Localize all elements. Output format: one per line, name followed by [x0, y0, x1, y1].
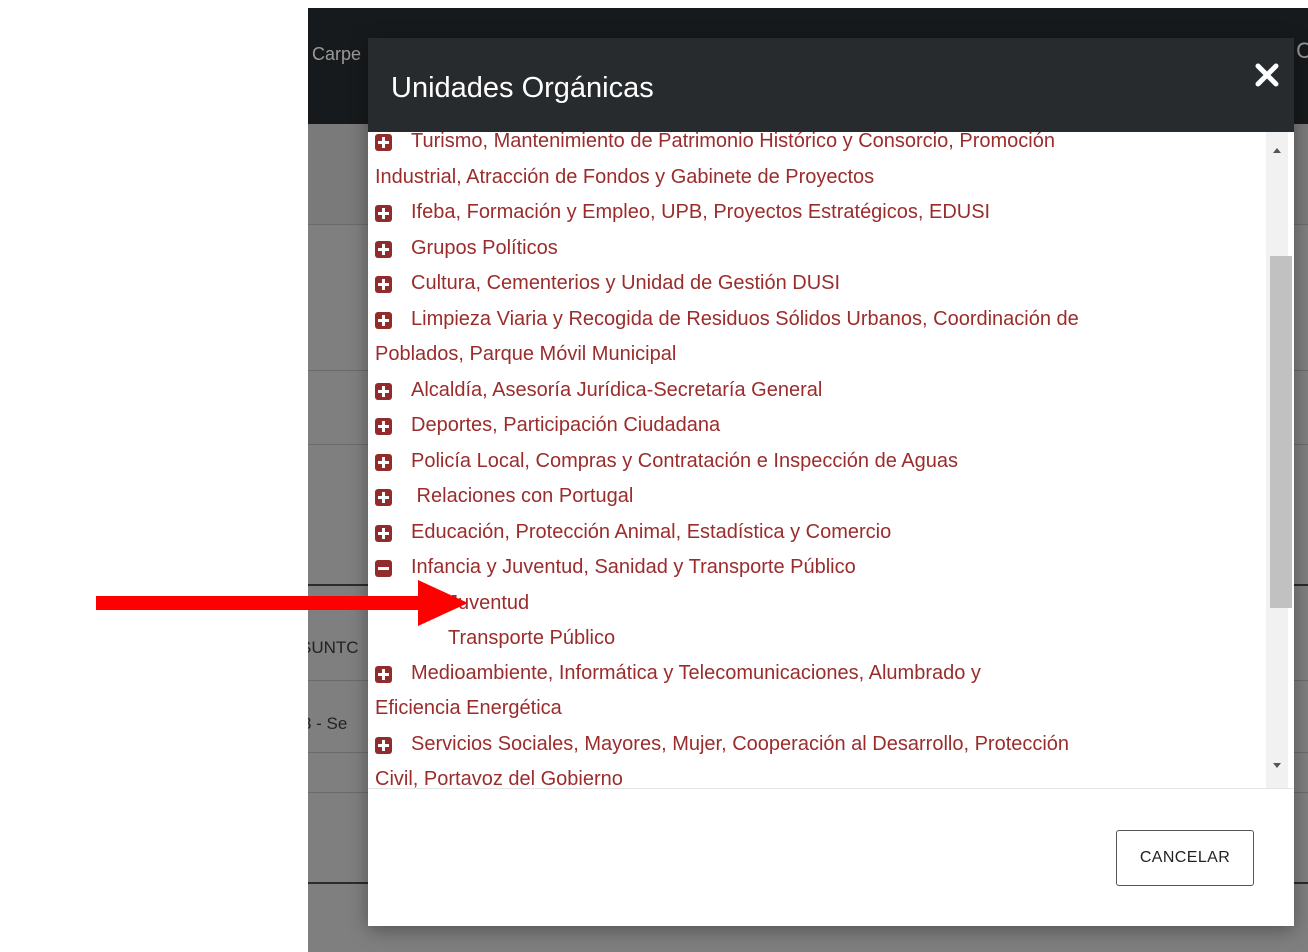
dialog-header: Unidades Orgánicas [368, 38, 1294, 132]
tree-item-label: Limpieza Viaria y Recogida de Residuos S… [411, 307, 1079, 330]
app-table-cell: 3 - Se [308, 714, 348, 733]
expand-plus-icon[interactable] [375, 489, 392, 506]
expand-plus-icon[interactable] [375, 453, 392, 471]
tree-child-transporte-publico[interactable]: Transporte Público [375, 621, 1231, 656]
tree-item-turismo[interactable]: Turismo, Mantenimiento de Patrimonio His… [375, 132, 1231, 195]
app-column-header: SUNTC [308, 638, 359, 657]
dialog-footer-divider [368, 788, 1294, 789]
tree-item-label: Servicios Sociales, Mayores, Mujer, Coop… [411, 732, 1070, 755]
expand-plus-icon[interactable] [375, 382, 392, 400]
unidades-organicas-dialog: Unidades Orgánicas Turismo, Mantenimient… [368, 38, 1294, 926]
expand-plus-icon[interactable] [375, 240, 392, 258]
tree-item-label: Policía Local, Compras y Contratación e … [411, 449, 958, 472]
tree-item-label: Grupos Políticos [411, 236, 558, 259]
expand-plus-icon[interactable] [375, 418, 392, 435]
tree-item-label: Turismo, Mantenimiento de Patrimonio His… [411, 132, 1055, 152]
annotation-arrow-icon [96, 580, 468, 626]
tree-child-juventud[interactable]: Juventud [375, 586, 1231, 621]
tree-item-servicios-sociales[interactable]: Servicios Sociales, Mayores, Mujer, Coop… [375, 727, 1231, 788]
tree-item-alcaldia[interactable]: Alcaldía, Asesoría Jurídica-Secretaría G… [375, 373, 1231, 409]
tree-item-label-cont: Poblados, Parque Móvil Municipal [375, 343, 677, 365]
vertical-scrollbar[interactable] [1266, 132, 1292, 788]
tree-item-label: Cultura, Cementerios y Unidad de Gestión… [411, 272, 841, 294]
tree-item-medioambiente[interactable]: Medioambiente, Informática y Telecomunic… [375, 656, 1231, 727]
scrollbar-thumb[interactable] [1270, 256, 1292, 608]
tree-item-label: Ifeba, Formación y Empleo, UPB, Proyecto… [411, 201, 991, 223]
tree-item-label: Medioambiente, Informática y Telecomunic… [411, 661, 981, 684]
cancel-button[interactable]: CANCELAR [1116, 830, 1254, 886]
dialog-title: Unidades Orgánicas [391, 72, 654, 104]
tree-item-label: Deportes, Participación Ciudadana [411, 414, 721, 436]
dialog-body: Turismo, Mantenimiento de Patrimonio His… [368, 132, 1294, 788]
expand-plus-icon[interactable] [375, 524, 392, 542]
tree-item-label: Relaciones con Portugal [411, 485, 634, 507]
unit-tree: Turismo, Mantenimiento de Patrimonio His… [375, 132, 1231, 788]
tree-item-limpieza[interactable]: Limpieza Viaria y Recogida de Residuos S… [375, 302, 1231, 373]
tree-item-portugal[interactable]: Relaciones con Portugal [375, 479, 1231, 515]
collapse-minus-icon[interactable] [375, 560, 392, 577]
tree-item-label: Alcaldía, Asesoría Jurídica-Secretaría G… [411, 378, 823, 401]
tree-item-label: Educación, Protección Animal, Estadístic… [411, 520, 892, 543]
expand-plus-icon[interactable] [375, 205, 392, 222]
expand-plus-icon[interactable] [375, 311, 392, 329]
tree-item-cultura[interactable]: Cultura, Cementerios y Unidad de Gestión… [375, 266, 1231, 302]
tree-item-grupos-politicos[interactable]: Grupos Políticos [375, 231, 1231, 267]
close-icon[interactable] [1254, 62, 1280, 88]
tree-item-label: Infancia y Juventud, Sanidad y Transport… [411, 556, 856, 578]
scroll-down-arrow-icon[interactable] [1266, 754, 1288, 776]
tree-item-educacion[interactable]: Educación, Protección Animal, Estadístic… [375, 515, 1231, 551]
topbar-right-glyph: C [1296, 38, 1308, 63]
topbar-breadcrumb: Carpe [312, 44, 362, 64]
expand-plus-icon[interactable] [375, 134, 392, 151]
expand-plus-icon[interactable] [375, 276, 392, 293]
tree-item-ifeba[interactable]: Ifeba, Formación y Empleo, UPB, Proyecto… [375, 195, 1231, 231]
tree-item-infancia[interactable]: Infancia y Juventud, Sanidad y Transport… [375, 550, 1231, 586]
tree-item-label-cont: Industrial, Atracción de Fondos y Gabine… [375, 165, 875, 188]
tree-item-label-cont: Civil, Portavoz del Gobierno [375, 768, 623, 788]
expand-plus-icon[interactable] [375, 665, 392, 683]
tree-item-policia[interactable]: Policía Local, Compras y Contratación e … [375, 444, 1231, 480]
expand-plus-icon[interactable] [375, 736, 392, 754]
tree-item-label-cont: Eficiencia Energética [375, 697, 562, 719]
scroll-up-arrow-icon[interactable] [1266, 140, 1288, 162]
tree-item-deportes[interactable]: Deportes, Participación Ciudadana [375, 408, 1231, 444]
